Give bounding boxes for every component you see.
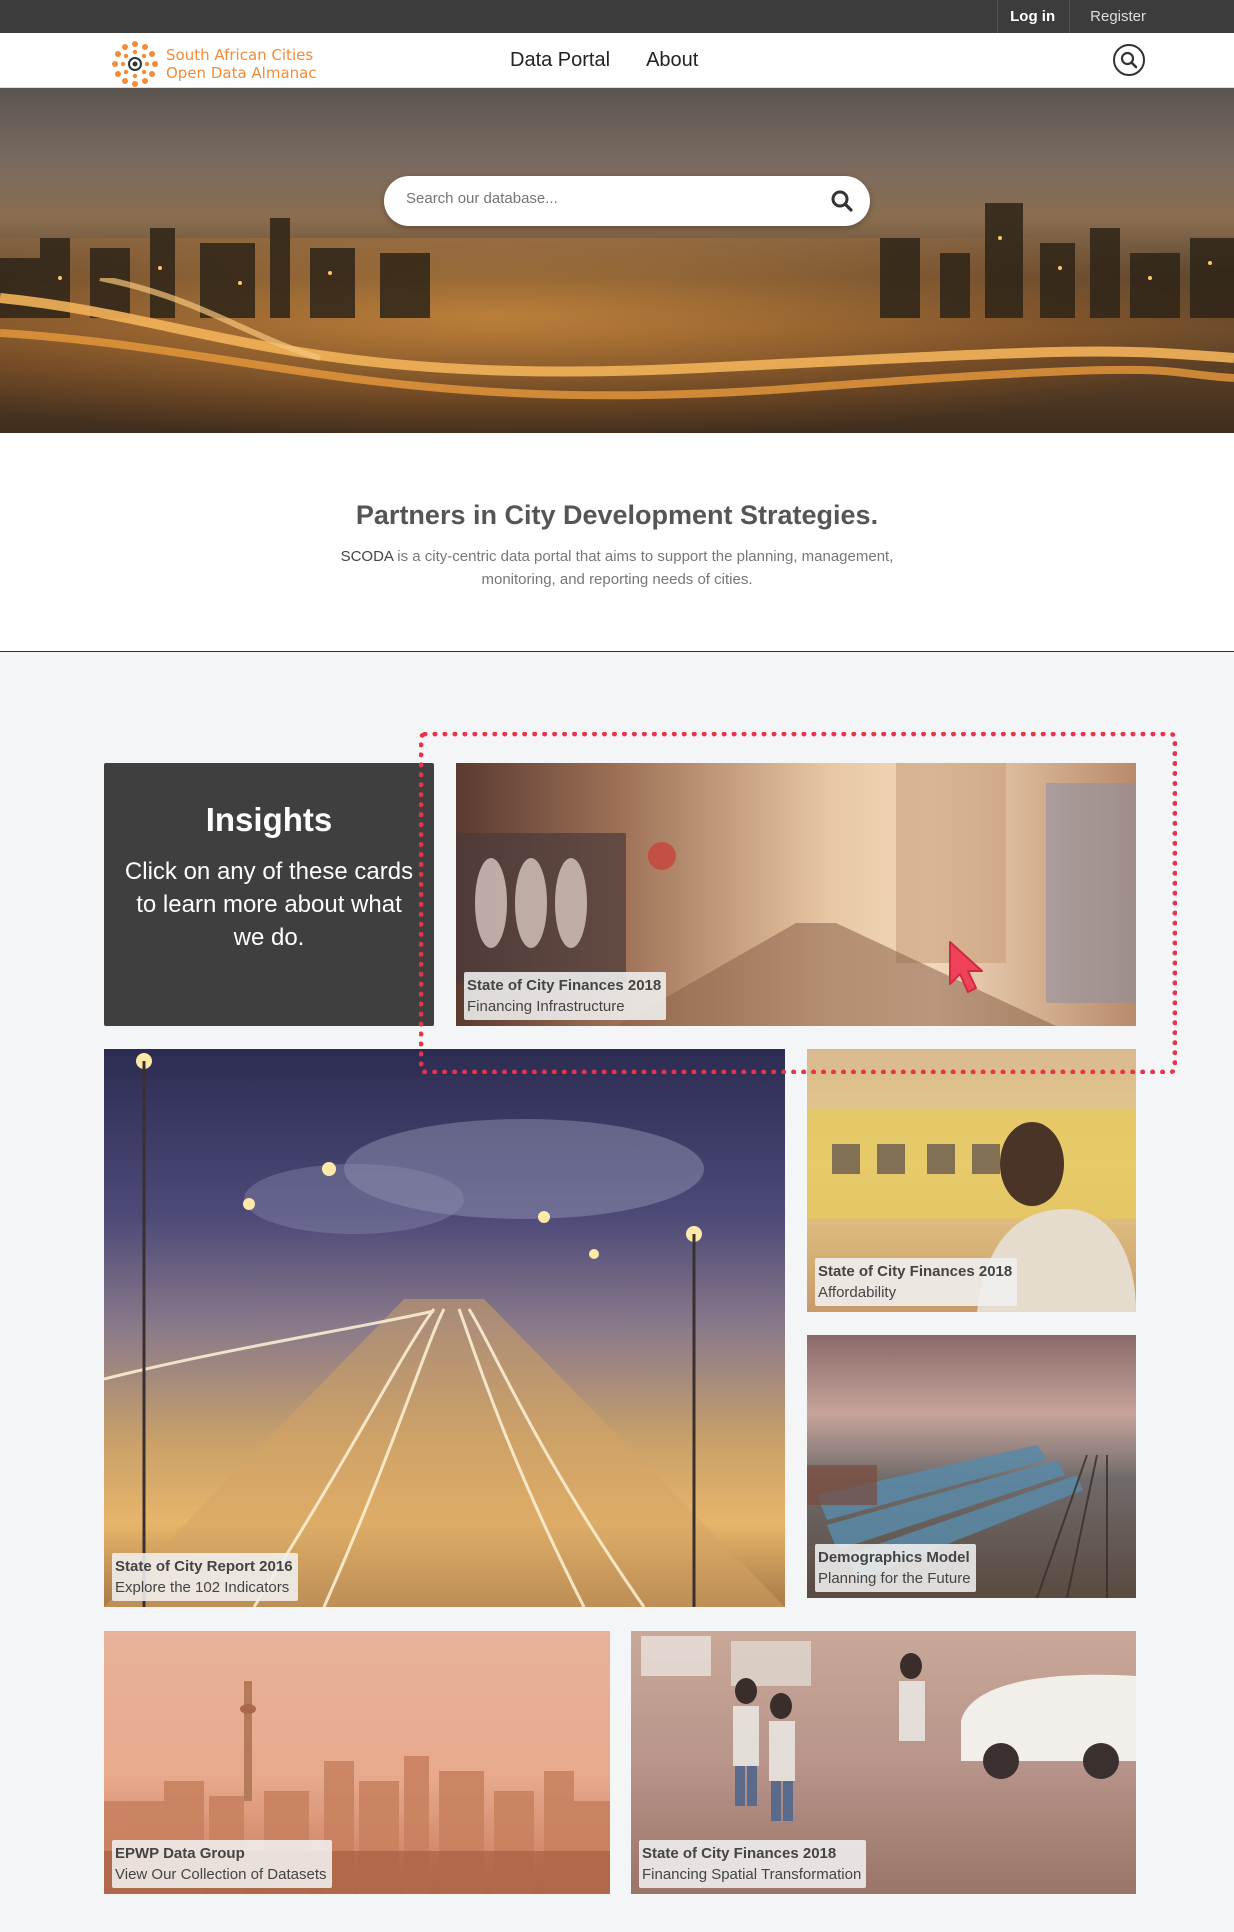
card-title: Demographics Model xyxy=(818,1549,970,1566)
intro-title: Partners in City Development Strategies. xyxy=(355,500,879,530)
intro-description-text: is a city-centric data portal that aims … xyxy=(393,548,894,588)
card-planning-future[interactable]: Demographics Model Planning for the Futu… xyxy=(807,1335,1136,1598)
card-affordability[interactable]: State of City Finances 2018 Affordabilit… xyxy=(807,1049,1136,1312)
card-title: State of City Report 2016 xyxy=(115,1558,293,1575)
site-logo[interactable]: South African Cities Open Data Almanac xyxy=(110,39,317,89)
card-label: State of City Finances 2018 Financing Sp… xyxy=(639,1840,867,1888)
search-icon[interactable] xyxy=(830,189,854,213)
insights-title: Insights xyxy=(205,801,333,838)
top-utility-bar: Log in Register xyxy=(0,0,1234,33)
search-input[interactable] xyxy=(406,190,786,207)
card-spatial-transformation[interactable]: State of City Finances 2018 Financing Sp… xyxy=(631,1631,1136,1894)
card-subtitle: Planning for the Future xyxy=(818,1570,971,1587)
card-title: State of City Finances 2018 xyxy=(467,977,662,994)
nav-link-about[interactable]: About xyxy=(646,49,698,72)
card-label: State of City Finances 2018 Affordabilit… xyxy=(815,1258,1018,1306)
hero-search-bar xyxy=(384,176,870,226)
logo-text: South African Cities Open Data Almanac xyxy=(166,46,317,82)
auth-links: Log in Register xyxy=(997,0,1146,33)
logo-line-2: Open Data Almanac xyxy=(166,64,317,82)
highway-lights-image xyxy=(104,1053,785,1607)
search-icon xyxy=(1120,51,1138,69)
insights-text: Click on any of these cards to learn mor… xyxy=(124,858,414,951)
logo-icon xyxy=(110,39,160,89)
card-label: EPWP Data Group View Our Collection of D… xyxy=(112,1840,332,1888)
card-title: EPWP Data Group xyxy=(115,1845,245,1862)
login-link[interactable]: Log in xyxy=(997,0,1071,33)
intro-brand: SCODA xyxy=(340,548,394,565)
card-subtitle: Financing Infrastructure xyxy=(467,998,625,1015)
card-subtitle: Explore the 102 Indicators xyxy=(115,1579,290,1596)
main-nav: South African Cities Open Data Almanac D… xyxy=(0,33,1234,88)
card-subtitle: Affordability xyxy=(818,1284,897,1301)
card-explore-indicators[interactable]: State of City Report 2016 Explore the 10… xyxy=(104,1049,785,1607)
register-link[interactable]: Register xyxy=(1070,8,1146,25)
hero-banner xyxy=(0,88,1234,433)
nav-link-data-portal[interactable]: Data Portal xyxy=(510,49,610,72)
intro-description: SCODA is a city-centric data portal that… xyxy=(337,545,897,591)
hero-highway-image xyxy=(0,278,1234,400)
card-subtitle: View Our Collection of Datasets xyxy=(115,1866,327,1883)
card-financing-infrastructure[interactable]: State of City Finances 2018 Financing In… xyxy=(456,763,1136,1026)
card-label: State of City Finances 2018 Financing In… xyxy=(464,972,667,1020)
mouse-cursor-icon xyxy=(949,941,983,993)
nav-search-button[interactable] xyxy=(1113,44,1145,76)
intro-section: Partners in City Development Strategies.… xyxy=(0,433,1234,652)
logo-line-1: South African Cities xyxy=(166,46,314,64)
card-subtitle: Financing Spatial Transformation xyxy=(642,1866,862,1883)
card-title: State of City Finances 2018 xyxy=(642,1845,837,1862)
card-label: State of City Report 2016 Explore the 10… xyxy=(112,1553,298,1601)
card-epwp-datasets[interactable]: EPWP Data Group View Our Collection of D… xyxy=(104,1631,610,1894)
nav-links: Data Portal About xyxy=(510,33,698,88)
card-title: State of City Finances 2018 xyxy=(818,1263,1013,1280)
card-label: Demographics Model Planning for the Futu… xyxy=(815,1544,976,1592)
insights-panel: Insights Click on any of these cards to … xyxy=(104,763,434,1026)
